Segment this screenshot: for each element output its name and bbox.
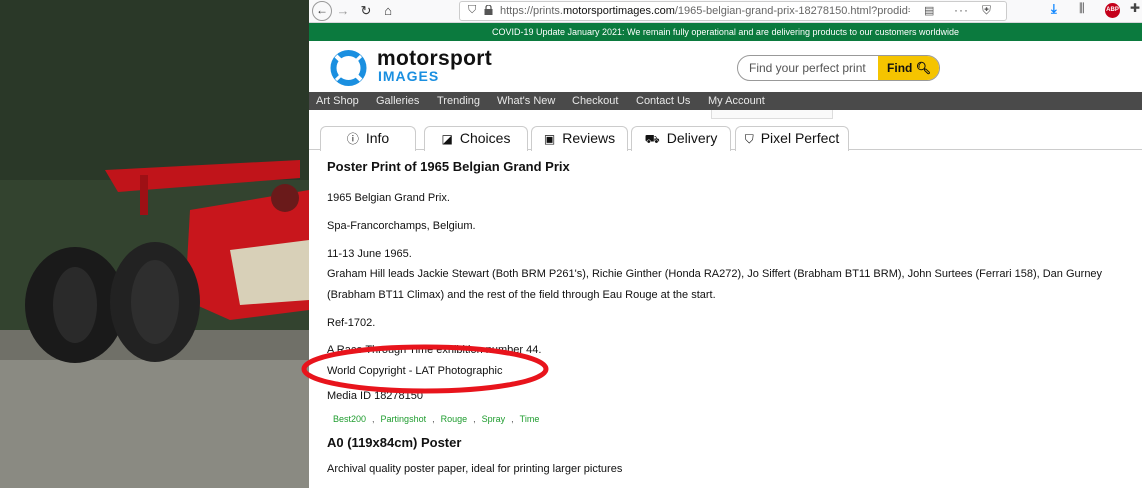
nav-galleries[interactable]: Galleries xyxy=(376,92,419,110)
find-button-label: Find xyxy=(887,61,913,75)
reader-icon[interactable]: ▤ xyxy=(924,4,934,17)
logo-wordmark[interactable]: motorsport xyxy=(377,48,492,69)
tag-link[interactable]: Partingshot xyxy=(381,414,427,424)
find-button[interactable]: Find 🔍︎ xyxy=(878,56,939,80)
tab-pixel-perfect[interactable]: ⛉ Pixel Perfect xyxy=(735,126,849,151)
pocket-icon[interactable]: ⛨ xyxy=(982,3,991,18)
desc-line: Graham Hill leads Jackie Stewart (Both B… xyxy=(327,268,1103,280)
product-tabs: ⓘ Info ◪ Choices ▣ Reviews ⛟ Delivery ⛉ Pixel… xyxy=(309,124,1142,151)
shield-icon[interactable]: ⛉ xyxy=(468,4,476,17)
desc-line: 11-13 June 1965. xyxy=(327,248,412,260)
info-icon: ⓘ xyxy=(346,132,359,146)
truck-icon: ⛟ xyxy=(644,132,660,146)
race-car-illustration xyxy=(0,0,309,488)
tab-reviews[interactable]: ▣ Reviews xyxy=(531,126,628,151)
nav-art-shop[interactable]: Art Shop xyxy=(316,92,359,110)
tag-list: Best200, Partingshot, Rouge, Spray, Time xyxy=(333,414,540,424)
extension-icon[interactable]: ✚ xyxy=(1130,1,1140,15)
reviews-icon: ▣ xyxy=(543,132,556,146)
nav-trending[interactable]: Trending xyxy=(437,92,480,110)
copyright-line: World Copyright - LAT Photographic xyxy=(327,365,503,377)
race-car-photo xyxy=(0,0,309,488)
shield-check-icon: ⛉ xyxy=(744,132,754,146)
search-icon: 🔍︎ xyxy=(915,61,931,75)
desc-line: A Race Through Time exhibition number 44… xyxy=(327,344,542,356)
size-title: A0 (119x84cm) Poster xyxy=(327,435,462,450)
nav-dropdown-edge xyxy=(711,110,833,119)
reload-icon[interactable]: ↻ xyxy=(359,2,373,20)
tag-link[interactable]: Spray xyxy=(482,414,506,424)
media-id: Media ID 18278150 xyxy=(327,390,424,402)
nav-whats-new[interactable]: What's New xyxy=(497,92,555,110)
covid-banner: COVID-19 Update January 2021: We remain … xyxy=(309,23,1142,41)
url-domain: motorsportimages.com xyxy=(562,5,675,17)
search-box: Find 🔍︎ xyxy=(737,55,940,81)
choices-icon: ◪ xyxy=(441,132,453,146)
home-icon[interactable]: ⌂ xyxy=(381,2,395,20)
download-icon[interactable]: ⤓ xyxy=(1051,1,1057,17)
tab-info[interactable]: ⓘ Info xyxy=(320,126,416,151)
url-bar[interactable]: ⛉ https://prints.motorsportimages.com/19… xyxy=(459,1,1007,21)
logo-subtitle[interactable]: IMAGES xyxy=(378,68,439,84)
site-header: motorsport IMAGES Find 🔍︎ xyxy=(309,41,1142,92)
tab-delivery-label: Delivery xyxy=(666,130,718,146)
url-prefix: https://prints. xyxy=(500,5,563,17)
nav-checkout[interactable]: Checkout xyxy=(572,92,618,110)
url-path: /1965-belgian-grand-prix-18278150.html?p… xyxy=(674,5,910,17)
lock-icon[interactable] xyxy=(484,5,493,15)
nav-contact-us[interactable]: Contact Us xyxy=(636,92,690,110)
tab-pixel-perfect-label: Pixel Perfect xyxy=(760,130,840,146)
library-icon[interactable]: ⫼ xyxy=(1079,1,1085,16)
browser-toolbar: ← → ↻ ⌂ ⛉ https://prints.motorsportimage… xyxy=(309,0,1142,23)
more-icon[interactable]: ··· xyxy=(954,3,969,17)
covid-banner-text: COVID-19 Update January 2021: We remain … xyxy=(491,27,960,37)
tab-choices[interactable]: ◪ Choices xyxy=(424,126,528,151)
nav-my-account[interactable]: My Account xyxy=(708,92,765,110)
motorsport-logo-icon[interactable] xyxy=(330,50,367,86)
url-text[interactable]: https://prints.motorsportimages.com/1965… xyxy=(500,5,910,17)
desc-line: Ref-1702. xyxy=(327,317,376,329)
tab-delivery[interactable]: ⛟ Delivery xyxy=(631,126,731,151)
forward-icon[interactable]: → xyxy=(336,2,350,20)
tag-link[interactable]: Rouge xyxy=(441,414,468,424)
desc-line: Spa-Francorchamps, Belgium. xyxy=(327,220,476,232)
product-content: Poster Print of 1965 Belgian Grand Prix … xyxy=(327,150,1142,488)
desc-line: (Brabham BT11 Climax) and the rest of th… xyxy=(327,289,716,301)
tab-reviews-label: Reviews xyxy=(562,130,616,146)
size-description: Archival quality poster paper, ideal for… xyxy=(327,463,623,475)
adblock-icon[interactable]: ABP xyxy=(1105,3,1120,18)
desc-line: 1965 Belgian Grand Prix. xyxy=(327,192,450,204)
tag-link[interactable]: Time xyxy=(520,414,540,424)
tab-info-label: Info xyxy=(365,130,390,146)
tab-choices-label: Choices xyxy=(459,130,511,146)
main-nav: Art Shop Galleries Trending What's New C… xyxy=(309,92,1142,110)
tag-link[interactable]: Best200 xyxy=(333,414,366,424)
product-title: Poster Print of 1965 Belgian Grand Prix xyxy=(327,159,570,174)
search-input[interactable] xyxy=(738,56,878,80)
back-icon[interactable]: ← xyxy=(312,1,332,21)
